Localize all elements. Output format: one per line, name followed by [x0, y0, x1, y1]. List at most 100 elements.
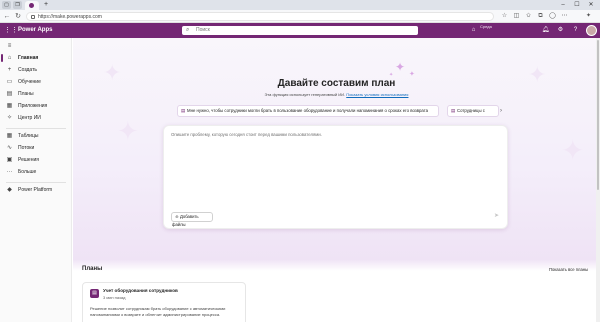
- star-icon[interactable]: ☆: [500, 12, 509, 21]
- sidebar-item-label: Обучение: [18, 79, 41, 85]
- home-icon: ⌂: [7, 55, 12, 61]
- table-icon: ▦: [6, 133, 13, 139]
- solutions-icon: ▣: [6, 157, 13, 163]
- browser-tab-actions-icon[interactable]: ❐: [13, 1, 22, 9]
- refresh-icon[interactable]: ↻: [14, 12, 22, 21]
- close-window-button[interactable]: ✕: [584, 0, 598, 10]
- collections-icon[interactable]: ⧉: [536, 12, 545, 21]
- profile-icon[interactable]: ◯: [548, 12, 557, 21]
- sidebar-item-label: Приложения: [18, 103, 48, 109]
- nav-divider: [6, 182, 66, 183]
- sidebar-item-home[interactable]: ⌂ Главная: [0, 52, 72, 64]
- plan-description: Решение позволит сотрудникам брать обору…: [90, 306, 226, 317]
- show-all-plans-link[interactable]: Показать все планы: [549, 267, 588, 272]
- lock-icon: [31, 15, 35, 19]
- browser-tab-strip: ▢ ❐ + – ☐ ✕: [0, 0, 600, 10]
- decorative-sparkle-icon: ✦: [561, 135, 585, 166]
- avatar[interactable]: [586, 25, 597, 36]
- decorative-sparkle-icon: ✦: [117, 116, 139, 146]
- browser-menu-icon[interactable]: ▢: [2, 1, 11, 9]
- app-launcher-icon[interactable]: ⋮⋮: [4, 26, 18, 35]
- plans-section-title: Планы: [82, 266, 103, 272]
- browser-address-bar: ← ↻ https://make.powerapps.com ☆ ◫ ✩ ⧉ ◯…: [0, 10, 600, 23]
- url-text: https://make.powerapps.com: [38, 14, 102, 20]
- plus-icon: +: [7, 67, 12, 73]
- sidebar-item-label: Создать: [18, 67, 38, 73]
- suggestion-text: Мне нужно, чтобы сотрудники могли брать …: [187, 108, 429, 113]
- terms-of-use-link[interactable]: Показать условия использования: [346, 92, 408, 97]
- suggestion-chip[interactable]: ▤ Мне нужно, чтобы сотрудники могли брать…: [177, 105, 439, 117]
- prompt-textarea[interactable]: Опишите проблему, которую сегодня стоит …: [163, 125, 508, 229]
- suggestion-text: Сотрудницы с: [457, 108, 485, 113]
- sidebar-item-label: Больше: [18, 169, 37, 175]
- sidebar-item-label: Решения: [18, 157, 39, 163]
- apps-icon: ▦: [6, 103, 13, 109]
- sidebar-item-label: Центр ИИ: [18, 115, 41, 121]
- search-icon: ⌕: [186, 27, 190, 33]
- sidebar-item-power-platform[interactable]: ◆ Power Platform: [0, 184, 72, 196]
- sparkle-icon: ✦: [395, 60, 406, 74]
- sidebar-item-tables[interactable]: ▦ Таблицы: [0, 130, 72, 142]
- minimize-window-button[interactable]: –: [556, 0, 570, 10]
- sidebar-item-learn[interactable]: ▭ Обучение: [0, 76, 72, 88]
- ai-disclaimer-text: Эта функция использует генеративный ИИ.: [264, 92, 346, 97]
- browser-tab-active[interactable]: [25, 1, 39, 10]
- page-title: Давайте составим план: [277, 78, 396, 89]
- sidebar-item-solutions[interactable]: ▣ Решения: [0, 154, 72, 166]
- sidebar-item-label: Потоки: [18, 145, 35, 151]
- plan-date: 3 мин назад: [103, 295, 126, 300]
- hamburger-icon: ≡: [7, 43, 12, 49]
- app-header: ⋮⋮ Power Apps ⌕ Поиск ⌂ Среда 🔔︎ ⚙ ?: [0, 23, 600, 38]
- power-platform-icon: ◆: [7, 187, 12, 193]
- back-icon[interactable]: ←: [3, 12, 11, 21]
- environment-label: Среда: [480, 24, 492, 29]
- search-placeholder: Поиск: [196, 27, 210, 33]
- environment-icon[interactable]: ⌂: [469, 26, 478, 35]
- settings-gear-icon[interactable]: ⚙: [556, 26, 565, 35]
- plan-icon: ▤: [90, 289, 99, 298]
- sidebar-item-apps[interactable]: ▦ Приложения: [0, 100, 72, 112]
- prompt-placeholder: Опишите проблему, которую сегодня стоит …: [171, 132, 322, 137]
- scrollbar[interactable]: [596, 38, 600, 322]
- sparkle-icon: ✦: [409, 71, 415, 78]
- left-navigation: ≡ ⌂ Главная + Создать ▭ Обучение ▤ Планы…: [0, 38, 72, 322]
- split-screen-icon[interactable]: ◫: [512, 12, 521, 21]
- maximize-window-button[interactable]: ☐: [570, 0, 584, 10]
- plan-card[interactable]: ▤ Учет оборудования сотрудников 3 мин на…: [82, 282, 246, 322]
- sidebar-item-label: Главная: [18, 55, 39, 61]
- power-apps-favicon-icon: [29, 3, 34, 8]
- url-field[interactable]: https://make.powerapps.com: [26, 12, 494, 21]
- book-icon: ▭: [6, 79, 13, 85]
- sidebar-item-label: Таблицы: [18, 133, 39, 139]
- flow-icon: ∿: [6, 145, 13, 151]
- help-icon[interactable]: ?: [571, 26, 580, 35]
- collapse-nav-button[interactable]: ≡: [0, 40, 72, 52]
- plan-name: Учет оборудования сотрудников: [103, 288, 178, 293]
- extensions-icon[interactable]: ⋯: [560, 12, 569, 21]
- sidebar-item-flows[interactable]: ∿ Потоки: [0, 142, 72, 154]
- ai-hub-icon: ✧: [6, 115, 13, 121]
- sidebar-item-label: Планы: [18, 91, 34, 97]
- ai-disclaimer: Эта функция использует генеративный ИИ. …: [73, 92, 600, 97]
- suggestion-chip[interactable]: ▤ Сотрудницы с: [447, 105, 499, 117]
- send-icon[interactable]: ➤: [492, 212, 501, 221]
- nav-divider: [6, 128, 66, 129]
- sidebar-item-plans[interactable]: ▤ Планы: [0, 88, 72, 100]
- new-tab-button[interactable]: +: [42, 0, 50, 10]
- copilot-icon[interactable]: ✦: [584, 12, 593, 21]
- sidebar-item-label: Power Platform: [18, 187, 53, 193]
- sidebar-item-more[interactable]: ··· Больше: [0, 166, 72, 178]
- active-indicator: [1, 54, 3, 62]
- add-files-button[interactable]: ⊕Добавить файлы: [171, 212, 213, 227]
- scrollbar-thumb[interactable]: [597, 40, 599, 190]
- more-icon: ···: [6, 169, 13, 175]
- sidebar-item-ai-hub[interactable]: ✧ Центр ИИ: [0, 112, 72, 124]
- chevron-right-icon[interactable]: ›: [497, 107, 505, 115]
- sidebar-item-create[interactable]: + Создать: [0, 64, 72, 76]
- search-input[interactable]: ⌕ Поиск: [182, 26, 418, 35]
- plan-icon: ▤: [6, 91, 13, 97]
- favorites-icon[interactable]: ✩: [524, 12, 533, 21]
- app-title[interactable]: Power Apps: [18, 23, 52, 38]
- notifications-icon[interactable]: 🔔︎: [541, 26, 550, 35]
- main-content: ✦ ✦ ✦ ✦ ✦ ✦ ✦ Давайте составим план Эта …: [73, 38, 600, 322]
